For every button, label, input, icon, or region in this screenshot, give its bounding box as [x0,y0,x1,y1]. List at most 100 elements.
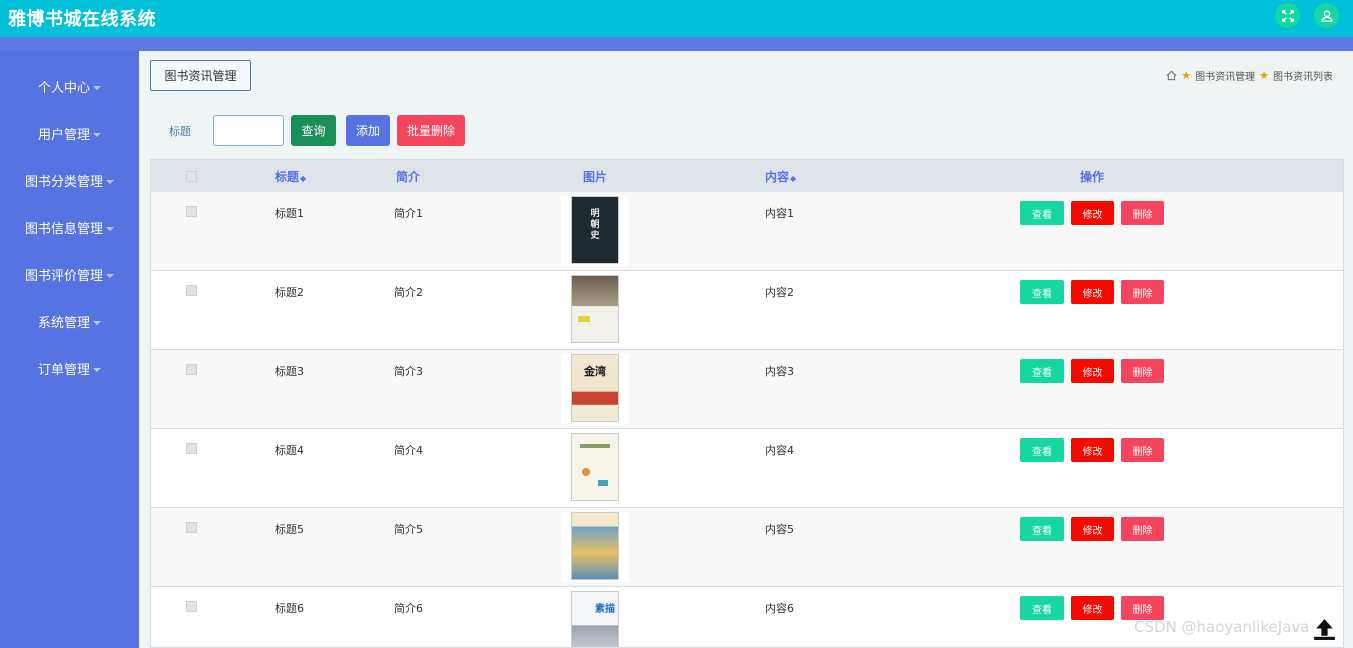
cell-content: 内容1 [765,207,794,220]
back-to-top-icon[interactable] [1312,616,1337,641]
table-row: 标题4 简介4 内容4 查看 修改 删除 [151,429,1343,508]
chevron-down-icon [93,85,101,90]
cell-title: 标题2 [275,286,304,299]
sidebar-item-label: 用户管理 [37,128,90,143]
delete-button[interactable]: 删除 [1121,438,1164,462]
row-checkbox[interactable] [186,443,197,454]
delete-button[interactable]: 删除 [1121,517,1164,541]
edit-button[interactable]: 修改 [1071,359,1114,383]
breadcrumb: ★ 图书资讯管理 ★ 图书资讯列表 [1166,68,1333,83]
cell-intro: 简介2 [394,286,423,299]
chevron-down-icon [106,179,114,184]
sort-icon: ◆ [790,174,797,183]
sidebar-item-book-info[interactable]: 图书信息管理 [0,204,139,251]
cell-title: 标题5 [275,523,304,536]
table-row: 标题1 简介1 明 朝 史 内容1 查看 修改 删除 [151,192,1343,271]
edit-button[interactable]: 修改 [1071,280,1114,304]
cell-intro: 简介5 [394,523,423,536]
column-header-content[interactable]: 内容◆ [765,168,796,185]
cover-title: 明 朝 史 [590,209,600,241]
sidebar-item-personal-center[interactable]: 个人中心 [0,63,139,110]
chevron-down-icon [106,273,114,278]
chevron-down-icon [106,226,114,231]
cell-title: 标题6 [275,602,304,615]
cell-content: 内容3 [765,365,794,378]
view-button[interactable]: 查看 [1020,359,1064,383]
delete-button[interactable]: 删除 [1121,359,1164,383]
row-checkbox[interactable] [186,522,197,533]
book-cover-image [561,275,629,345]
view-button[interactable]: 查看 [1020,280,1064,304]
user-icon[interactable] [1314,3,1339,28]
edit-button[interactable]: 修改 [1071,201,1114,225]
search-title-input[interactable] [213,115,284,146]
delete-button[interactable]: 删除 [1121,280,1164,304]
cover-title: 金湾 [584,365,606,378]
home-icon[interactable] [1166,70,1177,81]
cell-content: 内容4 [765,444,794,457]
column-header-intro: 简介 [396,170,421,184]
sidebar-item-label: 系统管理 [37,316,90,331]
edit-button[interactable]: 修改 [1071,596,1114,620]
cell-intro: 简介1 [394,207,423,220]
breadcrumb-item[interactable]: 图书资讯管理 [1195,68,1255,83]
top-bar: 雅博书城在线系统 [0,0,1353,37]
table-row: 标题3 简介3 金湾 内容3 查看 修改 删除 [151,350,1343,429]
chevron-down-icon [93,320,101,325]
sidebar-item-book-review[interactable]: 图书评价管理 [0,251,139,298]
cell-intro: 简介6 [394,602,423,615]
view-button[interactable]: 查看 [1020,517,1064,541]
batch-delete-button[interactable]: 批量删除 [397,115,465,146]
book-cover-image: 金湾 [561,354,629,424]
app-title: 雅博书城在线系统 [8,9,156,30]
book-cover-image [561,512,629,582]
cell-title: 标题1 [275,207,304,220]
section-title: 图书资讯管理 [150,60,251,91]
edit-button[interactable]: 修改 [1071,438,1114,462]
data-table: 标题◆ 简介 图片 内容◆ 操作 标题1 简介1 明 朝 史 内容1 查看 修改… [150,159,1344,648]
header-strip [0,37,1353,51]
column-header-image: 图片 [583,170,608,184]
edit-button[interactable]: 修改 [1071,517,1114,541]
sidebar: 个人中心 用户管理 图书分类管理 图书信息管理 图书评价管理 系统管理 订单管理 [0,51,139,648]
book-cover-image: 素描 [561,591,629,647]
cell-content: 内容2 [765,286,794,299]
query-button[interactable]: 查询 [291,115,336,146]
fullscreen-icon[interactable] [1275,3,1300,28]
sidebar-item-label: 订单管理 [37,363,90,378]
sidebar-item-system[interactable]: 系统管理 [0,298,139,345]
select-all-checkbox[interactable] [186,171,197,182]
star-icon: ★ [1181,69,1192,82]
sidebar-item-user-management[interactable]: 用户管理 [0,110,139,157]
cell-intro: 简介4 [394,444,423,457]
search-label: 标题 [169,125,191,138]
breadcrumb-item: 图书资讯列表 [1273,72,1333,83]
view-button[interactable]: 查看 [1020,438,1064,462]
sidebar-item-book-category[interactable]: 图书分类管理 [0,157,139,204]
sidebar-item-label: 图书评价管理 [24,269,103,284]
cover-title: 素描 [595,604,615,615]
cell-content: 内容5 [765,523,794,536]
delete-button[interactable]: 删除 [1121,201,1164,225]
view-button[interactable]: 查看 [1020,596,1064,620]
add-button[interactable]: 添加 [346,115,390,146]
watermark: CSDN @haoyanlikeJava [1134,618,1310,636]
delete-button[interactable]: 删除 [1121,596,1164,620]
column-header-title[interactable]: 标题◆ [275,168,306,185]
book-cover-image: 明 朝 史 [561,196,629,266]
star-icon: ★ [1259,69,1269,82]
table-row: 标题5 简介5 内容5 查看 修改 删除 [151,508,1343,587]
row-checkbox[interactable] [186,206,197,217]
cell-title: 标题4 [275,444,304,457]
view-button[interactable]: 查看 [1020,201,1064,225]
row-checkbox[interactable] [186,285,197,296]
chevron-down-icon [93,132,101,137]
book-cover-image [561,433,629,503]
sidebar-item-label: 图书信息管理 [24,222,103,237]
column-header-actions: 操作 [1080,170,1105,184]
row-checkbox[interactable] [186,364,197,375]
row-checkbox[interactable] [186,601,197,612]
sort-icon: ◆ [300,174,307,183]
sidebar-item-orders[interactable]: 订单管理 [0,345,139,392]
cell-intro: 简介3 [394,365,423,378]
